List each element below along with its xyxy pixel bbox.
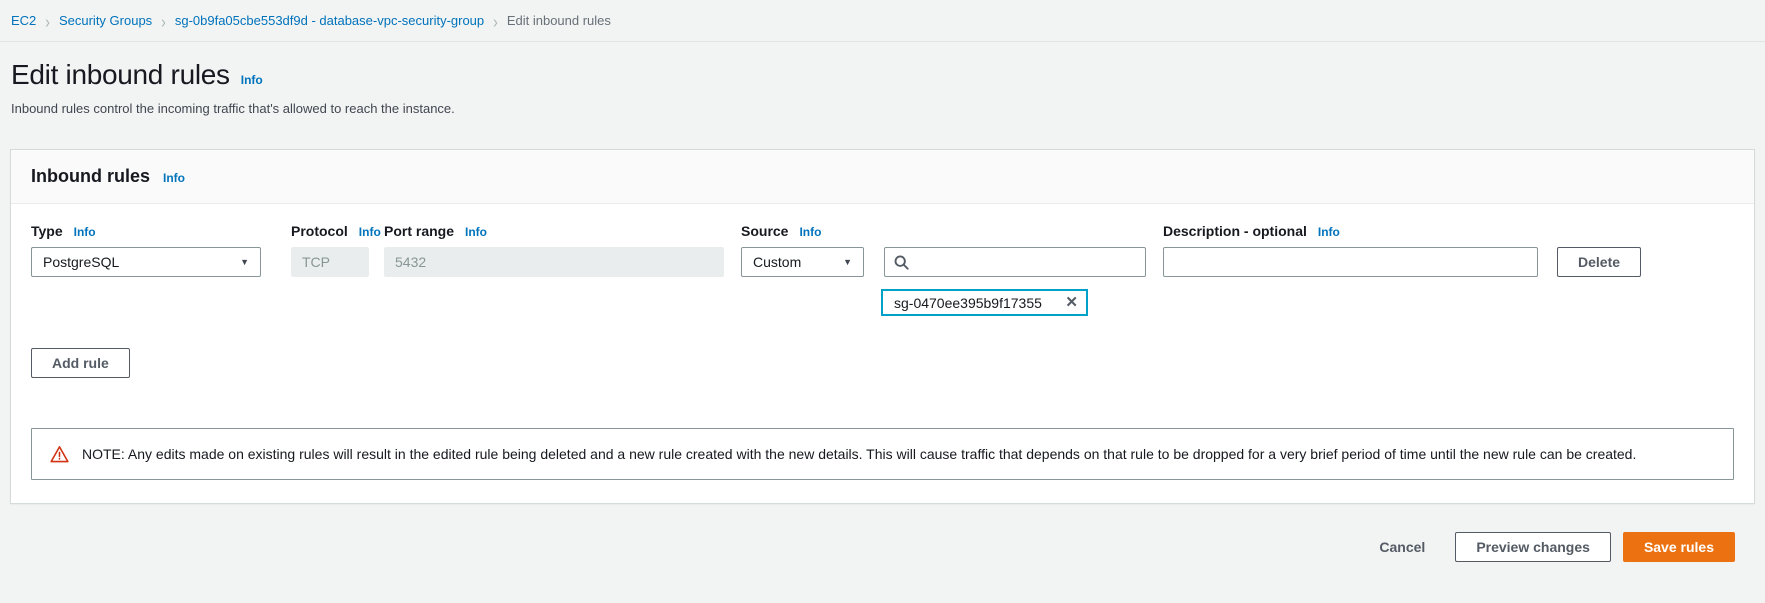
breadcrumb-separator-icon: › [45,11,50,31]
source-controls: Custom ▼ [741,247,1146,277]
breadcrumb-link-security-groups[interactable]: Security Groups [59,13,152,28]
delete-rule-button[interactable]: Delete [1557,247,1641,277]
source-column-label: Source [741,223,788,239]
inbound-rules-panel-header: Inbound rules Info [11,150,1754,204]
add-rule-button[interactable]: Add rule [31,348,130,378]
note-text: NOTE: Any edits made on existing rules w… [82,446,1636,462]
delete-column: Delete [1557,247,1641,277]
source-search-box [884,247,1146,277]
chevron-down-icon: ▼ [843,257,852,267]
type-column-label: Type [31,223,63,239]
inbound-rules-panel: Inbound rules Info Type Info PostgreSQL … [10,149,1755,504]
source-column: Source Info Custom ▼ [741,223,1146,316]
source-type-select[interactable]: Custom ▼ [741,247,864,277]
inbound-rule-row: Type Info PostgreSQL ▼ Protocol Info Por… [31,223,1734,316]
chevron-down-icon: ▼ [240,257,249,267]
source-info-link[interactable]: Info [799,225,821,239]
cancel-button[interactable]: Cancel [1379,539,1425,555]
search-icon [894,255,909,270]
panel-info-link[interactable]: Info [163,171,185,185]
protocol-field [291,247,369,277]
breadcrumb-current-page: Edit inbound rules [507,13,611,28]
port-range-info-link[interactable]: Info [465,225,487,239]
type-select-value: PostgreSQL [43,254,119,270]
inbound-rules-panel-body: Type Info PostgreSQL ▼ Protocol Info Por… [11,204,1754,503]
breadcrumb-separator-icon: › [161,11,166,31]
protocol-info-link[interactable]: Info [359,225,381,239]
page-header: Edit inbound rules Info [11,59,1765,91]
page-subtitle: Inbound rules control the incoming traff… [11,101,1765,116]
description-column-label: Description - optional [1163,223,1307,239]
description-column: Description - optional Info [1163,223,1538,277]
description-input[interactable] [1163,247,1538,277]
save-rules-button[interactable]: Save rules [1623,532,1735,562]
port-range-column-label: Port range [384,223,454,239]
source-search-input[interactable] [916,253,1136,271]
note-banner: NOTE: Any edits made on existing rules w… [31,428,1734,480]
source-type-select-value: Custom [753,254,801,270]
port-range-field [384,247,724,277]
preview-changes-button[interactable]: Preview changes [1455,532,1611,562]
protocol-column: Protocol Info [291,223,369,277]
type-select[interactable]: PostgreSQL ▼ [31,247,261,277]
warning-icon [50,445,69,463]
port-range-column: Port range Info [384,223,724,277]
type-column: Type Info PostgreSQL ▼ [31,223,261,277]
source-chip: sg-0470ee395b9f17355 ✕ [881,289,1088,316]
panel-title: Inbound rules [31,166,150,187]
source-chip-label: sg-0470ee395b9f17355 [894,295,1042,311]
page-title-info-link[interactable]: Info [241,73,263,87]
type-info-link[interactable]: Info [74,225,96,239]
breadcrumb-link-ec2[interactable]: EC2 [11,13,36,28]
protocol-column-label: Protocol [291,223,348,239]
breadcrumb: EC2 › Security Groups › sg-0b9fa05cbe553… [0,0,1765,42]
footer-actions: Cancel Preview changes Save rules [0,532,1735,562]
close-icon[interactable]: ✕ [1065,295,1078,310]
breadcrumb-link-security-group-id[interactable]: sg-0b9fa05cbe553df9d - database-vpc-secu… [175,13,484,28]
breadcrumb-separator-icon: › [493,11,498,31]
description-info-link[interactable]: Info [1318,225,1340,239]
page-title: Edit inbound rules [11,59,230,91]
